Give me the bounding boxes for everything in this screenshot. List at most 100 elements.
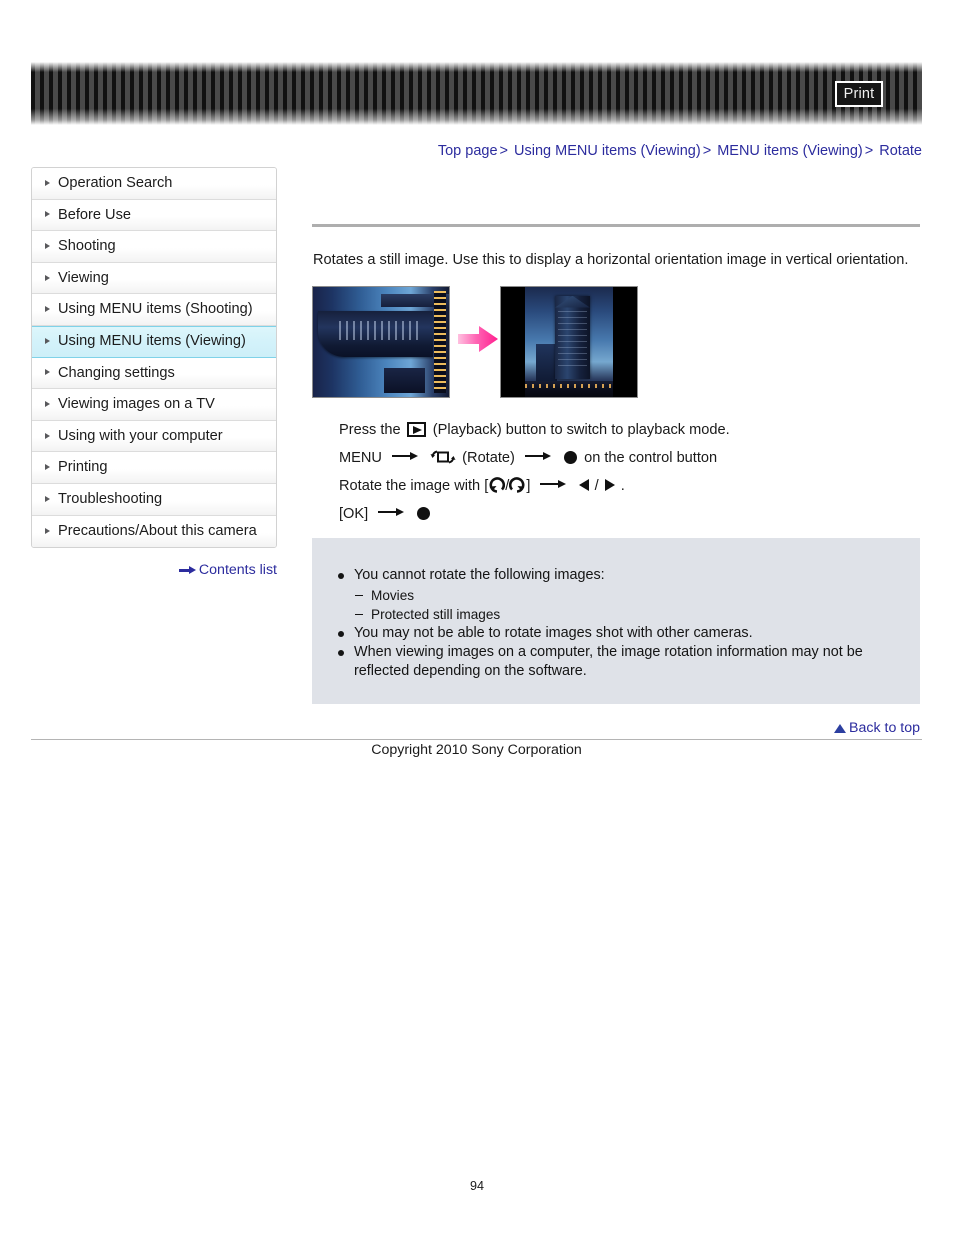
breadcrumb: Top page > Using MENU items (Viewing) > ME…: [31, 143, 922, 159]
sidebar-item-troubleshooting[interactable]: Troubleshooting: [32, 483, 276, 516]
step1-prefix: Press the: [339, 422, 401, 438]
photo-before-base: [383, 368, 425, 393]
sidebar-item-viewing-images-on-a-tv[interactable]: Viewing images on a TV: [32, 389, 276, 421]
note-item: When viewing images on a computer, the i…: [336, 643, 900, 681]
step3-period: .: [620, 478, 625, 494]
print-button[interactable]: Print: [835, 81, 883, 107]
pink-arrow-icon: [458, 325, 498, 353]
photo-after-secondary-building: [535, 344, 557, 382]
step1-suffix: (Playback) button to switch to playback …: [432, 422, 730, 438]
notes-list: You cannot rotate the following images: …: [336, 566, 900, 681]
page-number: 94: [469, 1179, 484, 1193]
sidebar-item-using-with-your-computer[interactable]: Using with your computer: [32, 420, 276, 453]
sidebar-item-shooting[interactable]: Shooting: [32, 231, 276, 263]
arrow-right-icon: [540, 479, 567, 489]
photo-after-tower: [555, 295, 590, 380]
sidebar-item-using-menu-items-viewing[interactable]: Using MENU items (Viewing): [32, 325, 276, 358]
copyright-text: Copyright 2010 Sony Corporation: [371, 742, 582, 758]
step2-tail-label: on the control button: [584, 450, 718, 466]
note-item: You may not be able to rotate images sho…: [336, 624, 900, 643]
photo-after-rotation: [500, 286, 638, 398]
arrow-right-icon: [392, 451, 419, 461]
sidebar-item-label: Printing: [58, 459, 108, 476]
breadcrumb-separator: >: [864, 143, 874, 159]
rotate-menu-icon: [430, 450, 456, 464]
step3-slash: /: [594, 478, 599, 494]
breadcrumb-item-using-menu-items-viewing[interactable]: Using MENU items (Viewing): [514, 143, 701, 159]
breadcrumb-separator: >: [499, 143, 508, 159]
chevron-right-icon: [45, 179, 50, 186]
chevron-right-icon: [45, 369, 50, 376]
chevron-right-icon: [45, 400, 50, 407]
chevron-right-icon: [45, 338, 50, 345]
chevron-right-icon: [45, 495, 50, 502]
step-ok: [OK]: [339, 500, 919, 528]
sidebar-item-label: Using MENU items (Viewing): [58, 332, 246, 349]
rotate-counterclockwise-icon: [489, 477, 506, 493]
step3-prefix: Rotate the image with [: [339, 478, 489, 494]
chevron-right-icon: [45, 211, 50, 218]
note-item: You cannot rotate the following images:: [336, 566, 900, 585]
sidebar-item-before-use[interactable]: Before Use: [32, 199, 276, 232]
left-button-icon: [578, 479, 589, 491]
instruction-steps: Press the (Playback) button to switch to…: [339, 416, 919, 528]
sidebar-item-label: Using MENU items (Shooting): [58, 301, 253, 318]
triangle-up-icon: [834, 724, 847, 733]
breadcrumb-separator: >: [702, 143, 712, 159]
step2-rotate-label: (Rotate): [462, 450, 515, 466]
sidebar-item-label: Using with your computer: [58, 427, 223, 444]
chevron-right-icon: [45, 242, 50, 249]
step4-ok-label: [OK]: [339, 506, 369, 522]
sidebar-item-printing[interactable]: Printing: [32, 452, 276, 484]
control-button-center-icon: [564, 451, 578, 464]
contents-list-label: Contents list: [198, 562, 277, 578]
back-to-top-link[interactable]: Back to top: [312, 720, 920, 736]
header-banner: Print: [31, 62, 922, 125]
chevron-right-icon: [45, 432, 50, 439]
step3-after-bracket: ]: [526, 478, 531, 494]
sidebar-item-label: Precautions/About this camera: [58, 522, 257, 539]
control-button-center-icon: [417, 507, 431, 520]
note-sub-item: Movies: [336, 586, 900, 605]
step2-menu-label: MENU: [339, 450, 382, 466]
back-to-top-label: Back to top: [849, 720, 920, 736]
sidebar-item-changing-settings[interactable]: Changing settings: [32, 357, 276, 390]
contents-list-link[interactable]: Contents list: [31, 562, 277, 578]
sidebar-item-precautions-about-this-camera[interactable]: Precautions/About this camera: [32, 515, 276, 548]
chevron-right-icon: [45, 464, 50, 471]
breadcrumb-item-rotate[interactable]: Rotate: [879, 143, 922, 159]
section-divider: [312, 224, 920, 227]
arrow-right-icon: [378, 507, 405, 517]
step-rotate-image: Rotate the image with [ / ] / .: [339, 472, 919, 500]
note-sub-item: Protected still images: [336, 605, 900, 624]
sidebar-item-label: Operation Search: [58, 175, 173, 191]
breadcrumb-item-top-page[interactable]: Top page: [438, 143, 498, 159]
photo-before-rotation: [312, 286, 450, 398]
sidebar-item-using-menu-items-shooting[interactable]: Using MENU items (Shooting): [32, 294, 276, 326]
sidebar-item-label: Before Use: [58, 206, 132, 223]
sidebar-item-label: Changing settings: [58, 364, 175, 381]
sidebar-item-viewing[interactable]: Viewing: [32, 262, 276, 295]
step-press-playback: Press the (Playback) button to switch to…: [339, 416, 919, 444]
footer-divider: [31, 739, 922, 740]
chevron-right-icon: [45, 274, 50, 281]
sidebar-item-label: Shooting: [58, 238, 116, 255]
photo-after-inner: [525, 287, 613, 397]
step-menu-rotate: MENU (Rotate) on the control button: [339, 444, 919, 472]
sidebar-item-label: Viewing: [58, 269, 109, 286]
sidebar-item-label: Viewing images on a TV: [58, 396, 215, 413]
sidebar-item-label: Troubleshooting: [58, 490, 163, 507]
page-description: Rotates a still image. Use this to displ…: [313, 252, 909, 268]
chevron-right-icon: [45, 527, 50, 534]
right-button-icon: [604, 479, 615, 491]
breadcrumb-item-menu-items-viewing[interactable]: MENU items (Viewing): [717, 143, 863, 159]
photo-before-lights: [434, 291, 447, 393]
rotate-clockwise-icon: [509, 477, 525, 493]
notes-box: You cannot rotate the following images: …: [312, 538, 920, 704]
sidebar-item-operation-search[interactable]: Operation Search: [32, 168, 276, 200]
playback-button-icon: [406, 422, 426, 437]
arrow-right-icon: [524, 451, 551, 461]
sidebar-nav: Operation Search Before Use Shooting Vie…: [31, 167, 277, 549]
arrow-right-icon: [178, 566, 196, 575]
photo-before-tower: [318, 311, 433, 358]
